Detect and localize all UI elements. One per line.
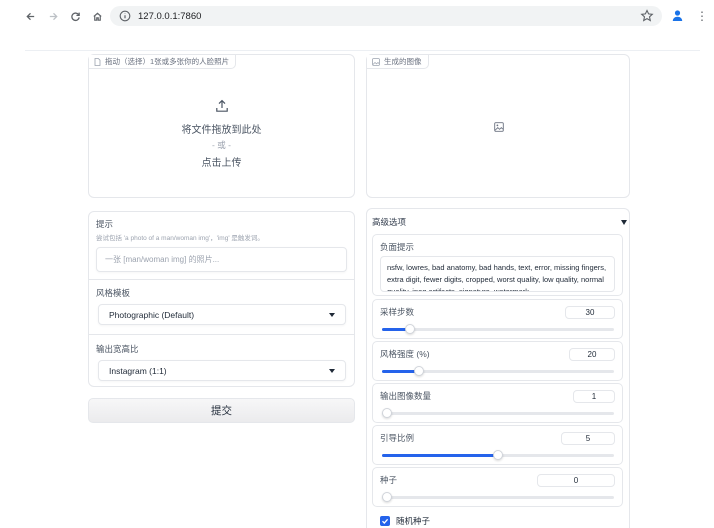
style-dropdown[interactable]: Photographic (Default)	[98, 304, 346, 325]
negative-prompt-label: 负面提示	[380, 242, 415, 252]
submit-label: 提交	[211, 405, 232, 417]
generated-image-panel: 生成的图像	[366, 54, 630, 198]
url-text: 127.0.0.1:7860	[138, 10, 202, 22]
aspect-label: 输出宽高比	[96, 344, 139, 354]
style-label: 风格模板	[96, 288, 131, 298]
or-text: - 或 -	[212, 140, 231, 150]
prompt-input[interactable]: 一张 [man/woman img] 的照片...	[96, 247, 347, 272]
style-group: 风格模板 Photographic (Default)	[89, 279, 354, 334]
steps-number-input[interactable]: 30	[565, 306, 615, 319]
advanced-options-header[interactable]: 高级选项	[372, 215, 627, 229]
back-arrow-icon[interactable]	[22, 8, 38, 24]
steps-slider-group: 采样步数 30	[372, 299, 623, 339]
num-images-slider[interactable]	[382, 408, 614, 418]
guidance-number-input[interactable]: 5	[561, 432, 615, 445]
forward-arrow-icon[interactable]	[45, 8, 61, 24]
style-strength-slider-group: 风格强度 (%) 20	[372, 341, 623, 381]
upload-icon	[215, 99, 228, 112]
style-strength-value: 20	[587, 350, 597, 359]
steps-label: 采样步数	[380, 307, 415, 317]
site-info-icon[interactable]	[119, 10, 131, 22]
chevron-down-icon	[329, 368, 335, 373]
guidance-slider[interactable]	[382, 450, 614, 460]
negative-prompt-input[interactable]: nsfw, lowres, bad anatomy, bad hands, te…	[380, 256, 615, 292]
browser-toolbar: 127.0.0.1:7860 ⋮	[0, 0, 714, 34]
guidance-label: 引导比例	[380, 433, 415, 443]
aspect-group: 输出宽高比 Instagram (1:1)	[89, 334, 354, 387]
num-images-value: 1	[591, 392, 597, 401]
header-divider	[25, 50, 700, 51]
reload-icon[interactable]	[67, 8, 83, 24]
drop-text: 将文件拖放到此处	[181, 125, 262, 136]
guidance-value: 5	[585, 434, 591, 443]
seed-slider-thumb[interactable]	[382, 492, 392, 502]
upload-tag-label: 拖动（选择）1张或多张你的人脸照片	[105, 57, 230, 66]
steps-slider[interactable]	[382, 324, 614, 334]
profile-icon[interactable]	[671, 9, 684, 22]
guidance-slider-group: 引导比例 5	[372, 425, 623, 465]
seed-slider-group: 种子 0	[372, 467, 623, 507]
aspect-value: Instagram (1:1)	[109, 365, 167, 376]
style-strength-label: 风格强度 (%)	[380, 349, 430, 359]
style-strength-slider[interactable]	[382, 366, 614, 376]
image-icon	[372, 57, 380, 66]
negative-prompt-text: nsfw, lowres, bad anatomy, bad hands, te…	[387, 263, 607, 292]
home-icon[interactable]	[89, 8, 105, 24]
aspect-dropdown[interactable]: Instagram (1:1)	[98, 360, 346, 381]
upload-tag: 拖动（选择）1张或多张你的人脸照片	[89, 55, 237, 69]
num-images-slider-thumb[interactable]	[382, 408, 392, 418]
face-upload-dropzone[interactable]: 拖动（选择）1张或多张你的人脸照片 将文件拖放到此处 - 或 - 点击上传	[88, 54, 355, 198]
check-icon	[382, 518, 389, 524]
style-value: Photographic (Default)	[109, 309, 195, 320]
randomize-seed-checkbox[interactable]	[380, 516, 390, 526]
prompt-info: 尝试包括 'a photo of a man/woman img'，'img' …	[96, 235, 264, 242]
prompt-placeholder: 一张 [man/woman img] 的照片...	[105, 255, 220, 264]
randomize-seed-row[interactable]: 随机种子	[380, 515, 430, 527]
seed-label: 种子	[380, 475, 398, 485]
prompt-label: 提示	[96, 219, 114, 229]
guidance-slider-thumb[interactable]	[493, 450, 503, 460]
file-icon	[94, 57, 101, 66]
chevron-down-icon	[329, 312, 335, 317]
num-images-number-input[interactable]: 1	[573, 390, 615, 403]
randomize-seed-label: 随机种子	[396, 516, 431, 526]
num-images-label: 输出图像数量	[380, 391, 432, 401]
collapse-triangle-icon[interactable]	[621, 219, 627, 225]
seed-number-input[interactable]: 0	[537, 474, 615, 487]
submit-button[interactable]: 提交	[88, 398, 355, 423]
seed-slider[interactable]	[382, 492, 614, 502]
seed-value: 0	[573, 476, 579, 485]
image-placeholder-icon	[494, 122, 504, 132]
guidance-slider-fill	[382, 454, 498, 457]
output-tag-label: 生成的图像	[384, 57, 422, 66]
output-tag: 生成的图像	[367, 55, 429, 69]
style-strength-number-input[interactable]: 20	[569, 348, 615, 361]
steps-value: 30	[585, 308, 595, 317]
advanced-title: 高级选项	[372, 217, 407, 227]
bookmark-star-icon[interactable]	[640, 9, 654, 23]
steps-slider-thumb[interactable]	[405, 324, 415, 334]
click-upload-text[interactable]: 点击上传	[89, 154, 354, 169]
prompt-form-panel: 提示 尝试包括 'a photo of a man/woman img'，'im…	[88, 211, 355, 387]
address-bar[interactable]: 127.0.0.1:7860	[110, 6, 662, 26]
browser-menu-icon[interactable]: ⋮	[696, 8, 708, 24]
style-strength-slider-thumb[interactable]	[414, 366, 424, 376]
num-images-slider-group: 输出图像数量 1	[372, 383, 623, 423]
